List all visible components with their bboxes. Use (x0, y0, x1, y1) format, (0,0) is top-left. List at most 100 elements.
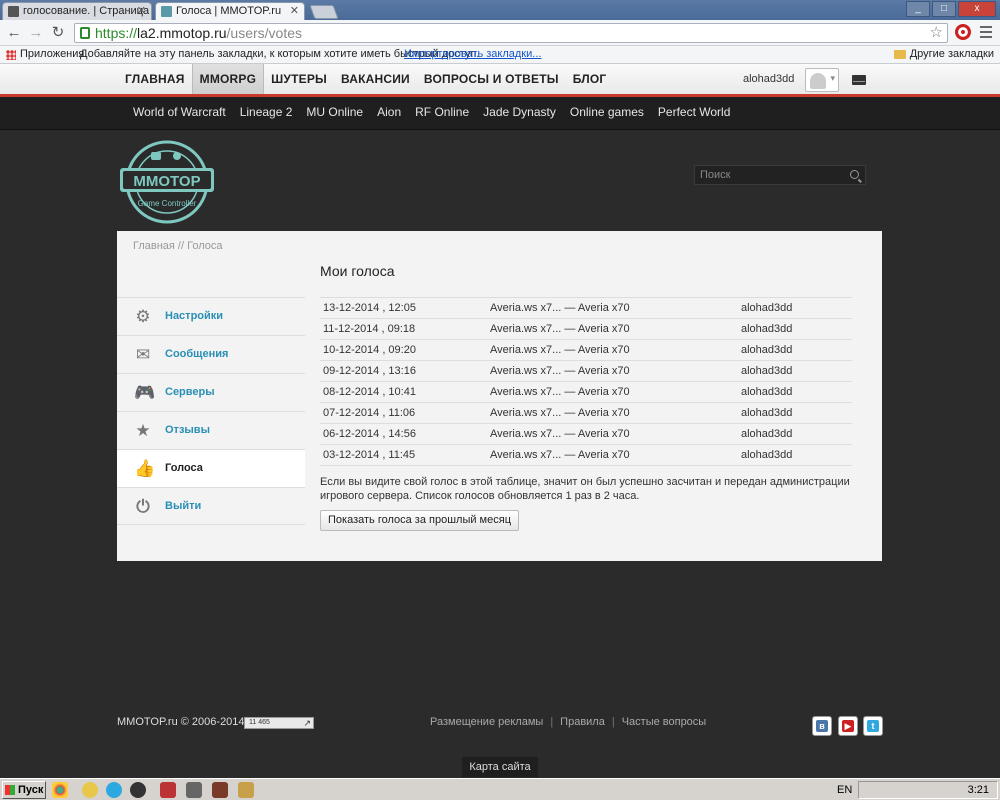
vk-icon: в (816, 720, 828, 732)
table-row: 06-12-2014 , 14:56 Averia.ws x7... — Ave… (320, 423, 852, 445)
footer-link-ads[interactable]: Размещение рекламы (430, 716, 543, 728)
sidebar-item-label: Выйти (165, 500, 202, 512)
vote-date: 03-12-2014 , 11:45 (320, 444, 487, 466)
import-bookmarks-link[interactable]: Импортировать закладки... (404, 46, 541, 63)
start-button[interactable]: Пуск (2, 781, 46, 799)
twitter-button[interactable]: t (863, 716, 883, 736)
vote-server: Averia.ws x7... — Averia x70 (487, 297, 738, 319)
sidebar-item-reviews[interactable]: ★ Отзывы (117, 411, 305, 449)
subnav-item[interactable]: World of Warcraft (126, 97, 233, 127)
subnav-item[interactable]: Aion (370, 97, 408, 127)
bookmarks-bar: Приложения Добавляйте на эту панель закл… (0, 46, 1000, 64)
vote-user: alohad3dd (738, 318, 852, 340)
votes-table: 13-12-2014 , 12:05 Averia.ws x7... — Ave… (320, 297, 852, 466)
nav-item-mmorpg[interactable]: MMORPG (191, 64, 265, 94)
reload-icon[interactable]: ↻ (48, 23, 68, 43)
close-window-button[interactable]: x (958, 1, 996, 17)
maximize-button[interactable]: □ (932, 1, 956, 17)
footer-link-rules[interactable]: Правила (560, 716, 605, 728)
browser-tabstrip: голосование. | Страница 3 ✕ Голоса | MMO… (0, 0, 1000, 20)
url-host: la2.mmotop.ru (137, 25, 227, 41)
minimize-button[interactable]: _ (906, 1, 930, 17)
system-tray: EN 3:21 (837, 781, 998, 799)
app-icon[interactable] (82, 782, 98, 798)
footer-link-faq[interactable]: Частые вопросы (622, 716, 707, 728)
nav-item-home[interactable]: ГЛАВНАЯ (118, 64, 192, 94)
app-icon[interactable] (238, 782, 254, 798)
tab-favicon-icon (8, 6, 19, 17)
table-row: 03-12-2014 , 11:45 Averia.ws x7... — Ave… (320, 444, 852, 466)
subnav-item[interactable]: RF Online (408, 97, 476, 127)
vote-user: alohad3dd (738, 402, 852, 424)
username[interactable]: alohad3dd (743, 73, 794, 85)
vote-date: 08-12-2014 , 10:41 (320, 381, 487, 403)
back-arrow-icon[interactable]: ← (4, 23, 24, 43)
show-previous-month-button[interactable]: Показать голоса за прошлый месяц (320, 510, 519, 531)
app-icon[interactable] (160, 782, 176, 798)
nav-item-blog[interactable]: БЛОГ (566, 64, 614, 94)
visit-counter[interactable]: 11 465 ↗ (244, 717, 314, 729)
subnav-item[interactable]: Online games (563, 97, 651, 127)
search-icon[interactable] (850, 170, 859, 179)
vote-server: Averia.ws x7... — Averia x70 (487, 402, 738, 424)
gamepad-icon: 🎮 (134, 383, 156, 402)
language-indicator[interactable]: EN (837, 784, 852, 796)
clock[interactable]: 3:21 (968, 784, 989, 796)
gear-icon: ⚙ (135, 307, 151, 326)
copyright: MMOTOP.ru © 2006-2014 (117, 716, 245, 728)
breadcrumb[interactable]: Главная // Голоса (133, 240, 222, 252)
lock-icon (80, 27, 90, 39)
url-scheme: https:// (95, 25, 138, 41)
address-bar[interactable]: https://la2.mmotop.ru/users/votes ☆ (74, 23, 948, 43)
app-icon[interactable] (186, 782, 202, 798)
sidebar-item-logout[interactable]: ⏻ Выйти (117, 487, 305, 525)
forward-arrow-icon[interactable]: → (26, 23, 46, 43)
vote-date: 06-12-2014 , 14:56 (320, 423, 487, 445)
bookmark-apps[interactable]: Приложения (6, 46, 84, 63)
counter-value: 11 465 (249, 719, 270, 726)
youtube-button[interactable]: ▶ (838, 716, 858, 736)
nav-item-qa[interactable]: ВОПРОСЫ И ОТВЕТЫ (417, 64, 566, 94)
vote-server: Averia.ws x7... — Averia x70 (487, 444, 738, 466)
sidebar-item-label: Сообщения (165, 348, 229, 360)
subnav-item[interactable]: MU Online (299, 97, 370, 127)
steam-icon[interactable] (130, 782, 146, 798)
sidebar-item-label: Отзывы (165, 424, 210, 436)
avatar-dropdown[interactable] (805, 68, 839, 92)
bookmark-star-icon[interactable]: ☆ (930, 24, 943, 42)
sitemap-link[interactable]: Карта сайта (462, 757, 538, 777)
nav-item-shooters[interactable]: ШУТЕРЫ (264, 64, 334, 94)
sidebar-item-votes[interactable]: 👍 Голоса (117, 449, 305, 487)
sidebar-item-servers[interactable]: 🎮 Серверы (117, 373, 305, 411)
app-icon[interactable] (212, 782, 228, 798)
vote-server: Averia.ws x7... — Averia x70 (487, 423, 738, 445)
search-input[interactable] (695, 166, 845, 184)
vote-user: alohad3dd (738, 444, 852, 466)
tab-title: голосование. | Страница 3 (23, 5, 152, 17)
new-tab-button[interactable] (309, 5, 339, 19)
chrome-icon[interactable] (52, 782, 68, 798)
opera-extension-icon[interactable] (955, 24, 971, 40)
sidebar-item-label: Голоса (165, 462, 203, 474)
browser-tab[interactable]: голосование. | Страница 3 ✕ (2, 2, 152, 20)
browser-tab-active[interactable]: Голоса | MMOTOP.ru ✕ (155, 2, 305, 20)
skype-icon[interactable] (106, 782, 122, 798)
mail-icon[interactable] (852, 75, 866, 85)
tab-close-icon[interactable]: ✕ (137, 4, 146, 17)
subnav-item[interactable]: Lineage 2 (233, 97, 300, 127)
nav-item-vacancies[interactable]: ВАКАНСИИ (334, 64, 417, 94)
table-row: 13-12-2014 , 12:05 Averia.ws x7... — Ave… (320, 297, 852, 319)
browser-menu-icon[interactable] (980, 26, 992, 41)
tab-close-icon[interactable]: ✕ (290, 4, 299, 17)
subnav-item[interactable]: Perfect World (651, 97, 737, 127)
sidebar-item-messages[interactable]: ✉ Сообщения (117, 335, 305, 373)
page-title: Мои голоса (320, 263, 395, 279)
tab-title: Голоса | MMOTOP.ru (176, 5, 282, 17)
other-bookmarks-folder[interactable]: Другие закладки (893, 46, 994, 63)
site-search (694, 165, 866, 185)
vk-button[interactable]: в (812, 716, 832, 736)
site-logo[interactable]: MMOTOP Game Controller (117, 138, 217, 226)
sidebar-item-settings[interactable]: ⚙ Настройки (117, 297, 305, 335)
vote-user: alohad3dd (738, 423, 852, 445)
subnav-item[interactable]: Jade Dynasty (476, 97, 563, 127)
